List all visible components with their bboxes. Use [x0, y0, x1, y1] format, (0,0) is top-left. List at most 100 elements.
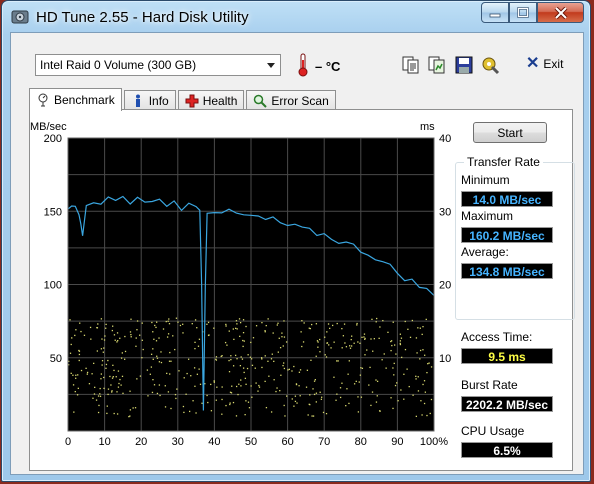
access-time-point	[357, 411, 360, 413]
exit-button[interactable]: ✕ Exit	[526, 56, 563, 72]
tab-error-scan[interactable]: Error Scan	[246, 90, 336, 111]
access-time-point	[194, 385, 196, 387]
access-time-point	[224, 341, 227, 344]
access-time-point	[100, 318, 103, 320]
access-time-point	[111, 329, 114, 332]
access-time-point	[105, 363, 108, 366]
access-time-point	[103, 387, 105, 390]
access-time-point	[139, 375, 142, 377]
access-time-point	[279, 346, 282, 349]
access-time-point	[201, 402, 203, 404]
access-time-point	[168, 360, 171, 362]
access-time-point	[113, 334, 116, 336]
start-button[interactable]: Start	[473, 122, 547, 143]
access-time-point	[314, 379, 316, 381]
access-time-point	[168, 318, 170, 320]
access-time-point	[271, 353, 273, 355]
access-time-point	[95, 399, 98, 401]
access-time-point	[156, 355, 158, 357]
access-time-point	[255, 382, 257, 384]
transfer-rate-group: Transfer Rate Minimum 14.0 MB/sec Maximu…	[455, 155, 575, 320]
tab-info[interactable]: Info	[123, 90, 176, 111]
access-time-point	[378, 337, 380, 340]
maximize-icon	[517, 7, 529, 18]
health-icon	[185, 94, 199, 108]
access-time-point	[174, 348, 176, 351]
minimize-button[interactable]	[481, 2, 509, 23]
transfer-rate-title: Transfer Rate	[464, 155, 543, 169]
access-time-point	[229, 403, 231, 406]
access-time-point	[129, 331, 132, 333]
access-time-point	[309, 394, 311, 396]
access-time-point	[339, 387, 342, 389]
drive-select-value: Intel Raid 0 Volume (300 GB)	[40, 58, 197, 72]
access-time-point	[282, 364, 284, 367]
save-icon[interactable]	[454, 55, 474, 75]
close-button[interactable]	[537, 2, 584, 23]
access-time-point	[215, 399, 217, 401]
access-time-point	[361, 367, 364, 369]
access-time-point	[195, 412, 197, 414]
access-time-point	[80, 369, 83, 372]
access-time-point	[328, 344, 330, 346]
access-time-point	[243, 371, 245, 374]
access-time-point	[103, 376, 105, 379]
access-time-point	[348, 360, 350, 362]
access-time-point	[238, 318, 241, 320]
tab-health[interactable]: Health	[177, 90, 245, 111]
access-time-point	[103, 347, 105, 349]
access-time-point	[141, 322, 143, 324]
tab-benchmark-label: Benchmark	[54, 93, 115, 107]
access-time-point	[196, 327, 198, 329]
access-time-point	[239, 322, 242, 324]
drive-select[interactable]: Intel Raid 0 Volume (300 GB)	[35, 54, 281, 76]
access-time-point	[261, 358, 263, 360]
access-time-point	[105, 367, 107, 369]
access-time-point	[130, 336, 132, 338]
access-time-point	[241, 358, 244, 360]
access-time-point	[255, 325, 258, 327]
access-time-point	[139, 334, 141, 336]
access-time-point	[107, 359, 109, 362]
x-tick-label: 40	[208, 436, 220, 448]
access-time-point	[191, 323, 193, 325]
access-time-point	[231, 385, 233, 387]
access-time-point	[419, 349, 422, 352]
access-time-point	[312, 415, 315, 417]
copy-image-icon[interactable]	[427, 55, 447, 75]
access-time-point	[364, 338, 366, 340]
access-time-point	[132, 407, 134, 409]
access-time-point	[113, 412, 115, 415]
access-time-point	[357, 396, 359, 398]
access-time-point	[399, 340, 402, 342]
title-bar[interactable]: HD Tune 2.55 - Hard Disk Utility	[2, 1, 590, 33]
access-time-point	[197, 345, 200, 347]
access-time-point	[169, 351, 171, 354]
access-time-point	[247, 401, 250, 403]
access-time-point	[387, 331, 389, 333]
access-time-point	[313, 393, 316, 396]
burst-rate-value: 2202.2 MB/sec	[461, 396, 553, 412]
access-time-point	[150, 366, 153, 368]
access-time-point	[287, 369, 289, 371]
access-time-point	[244, 413, 246, 416]
access-time-point	[183, 377, 185, 379]
access-time-point	[75, 329, 77, 331]
access-time-point	[185, 393, 187, 395]
access-time-point	[273, 360, 275, 363]
access-time-point	[329, 327, 331, 330]
options-icon[interactable]	[481, 55, 501, 75]
access-time-point	[279, 390, 281, 392]
copy-text-icon[interactable]	[401, 55, 421, 75]
access-time-point	[395, 353, 397, 355]
access-time-point	[324, 354, 326, 356]
access-time-point	[321, 396, 323, 398]
maximize-button[interactable]	[509, 2, 537, 23]
access-time-point	[130, 333, 132, 336]
access-time-point	[230, 358, 232, 361]
access-time-point	[261, 321, 263, 324]
tab-benchmark[interactable]: Benchmark	[29, 88, 122, 111]
access-time-point	[73, 411, 75, 413]
x-tick-label: 90	[391, 436, 403, 448]
access-time-point	[234, 327, 237, 329]
